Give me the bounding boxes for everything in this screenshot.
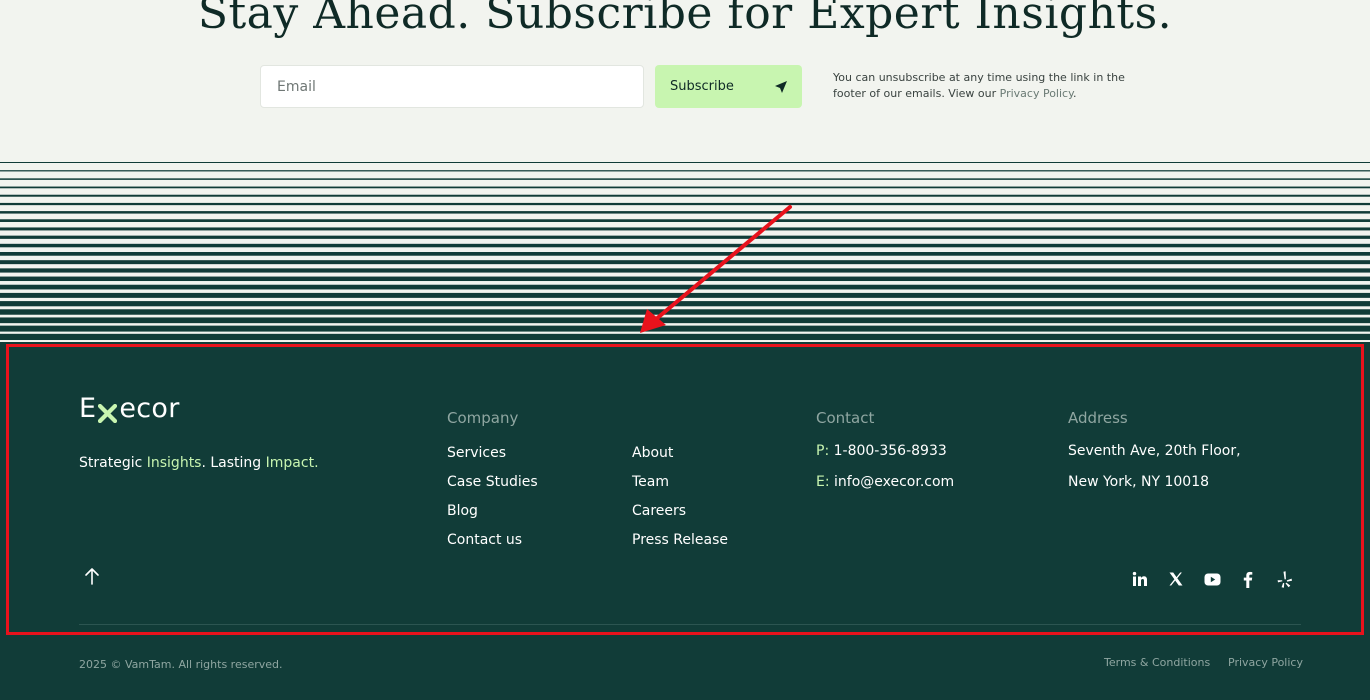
linkedin-icon[interactable] [1131,570,1149,588]
stripe-line [0,317,1370,324]
tagline-text-1: Strategic [79,455,147,471]
copyright: 2025 © VamTam. All rights reserved. [79,658,283,671]
terms-link[interactable]: Terms & Conditions [1104,656,1210,669]
email-input[interactable] [260,65,644,108]
subscribe-note-end: . [1073,87,1077,100]
company-heading: Company [447,409,519,427]
tagline: Strategic Insights. Lasting Impact. [79,455,319,471]
tagline-accent-2: Impact. [265,455,319,471]
privacy-policy-footer-link[interactable]: Privacy Policy [1228,656,1303,669]
footer-link-careers[interactable]: Careers [632,503,686,519]
x-icon[interactable] [1167,570,1185,588]
logo-prefix: E [79,393,97,424]
footer-link-press-release[interactable]: Press Release [632,532,728,548]
footer-divider [79,624,1301,625]
stripe-line [0,194,1370,197]
logo[interactable]: E ecor [79,393,180,424]
youtube-icon[interactable] [1203,570,1221,588]
stripe-line [0,235,1370,239]
footer-link-case-studies[interactable]: Case Studies [447,474,538,490]
facebook-icon[interactable] [1239,570,1257,588]
subscribe-section: Stay Ahead. Subscribe for Expert Insight… [0,0,1370,162]
address-line-1: Seventh Ave, 20th Floor, [1068,443,1241,459]
footer-link-services[interactable]: Services [447,445,506,461]
logo-suffix: ecor [119,393,180,424]
tagline-accent-1: Insights [146,455,202,471]
subscribe-note: You can unsubscribe at any time using th… [833,70,1133,102]
stripe-line [0,227,1370,231]
stripe-line [0,243,1370,248]
logo-x-icon [98,399,118,424]
stripe-line [0,325,1370,332]
footer [0,342,1370,700]
footer-link-team[interactable]: Team [632,474,669,490]
footer-link-blog[interactable]: Blog [447,503,478,519]
contact-phone[interactable]: P: 1-800-356-8933 [816,443,947,459]
phone-number: 1-800-356-8933 [833,443,947,459]
subscribe-note-text: You can unsubscribe at any time using th… [833,71,1125,100]
contact-email[interactable]: E: info@execor.com [816,474,954,490]
footer-link-contact-us[interactable]: Contact us [447,532,522,548]
stripe-line [0,309,1370,315]
send-icon [774,80,788,94]
email-prefix: E: [816,474,830,490]
stripe-line [0,211,1370,214]
stripe-line [0,178,1370,180]
stripe-line [0,301,1370,307]
stripe-line [0,162,1370,163]
email-address: info@execor.com [834,474,955,490]
yelp-icon[interactable] [1276,570,1294,588]
subscribe-button-label: Subscribe [670,79,734,94]
stripe-line [0,202,1370,206]
stripe-line [0,252,1370,256]
stripe-line [0,268,1370,273]
stripe-line [0,284,1370,290]
privacy-policy-link[interactable]: Privacy Policy [1000,87,1073,100]
stripe-line [0,219,1370,222]
address-heading: Address [1068,409,1128,427]
phone-prefix: P: [816,443,830,459]
stripe-line [0,170,1370,172]
stripe-line [0,260,1370,265]
stripe-line [0,186,1370,189]
decorative-stripes [0,162,1370,342]
contact-heading: Contact [816,409,875,427]
back-to-top-icon[interactable] [83,566,101,586]
tagline-text-2: . Lasting [201,455,266,471]
stripe-line [0,292,1370,298]
address-line-2: New York, NY 10018 [1068,474,1210,490]
footer-link-about[interactable]: About [632,445,673,461]
subscribe-title: Stay Ahead. Subscribe for Expert Insight… [197,0,1173,39]
stripe-line [0,276,1370,282]
subscribe-button[interactable]: Subscribe [655,65,802,108]
stripe-line [0,333,1370,341]
